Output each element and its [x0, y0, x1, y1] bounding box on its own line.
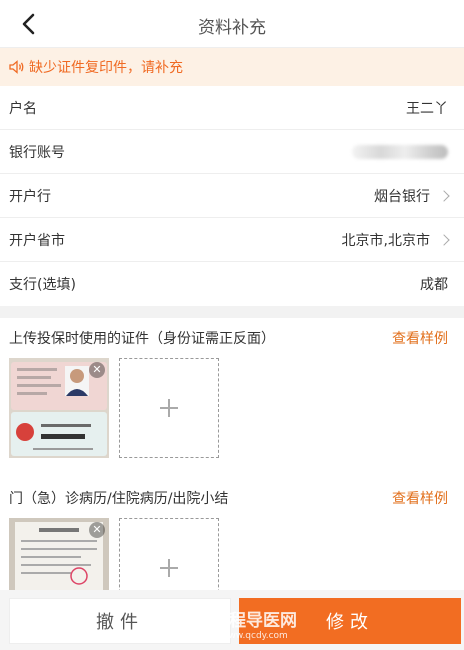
bottom-action-bar: 撤件 修改	[0, 590, 464, 650]
speaker-icon	[9, 60, 24, 74]
notice-text: 缺少证件复印件，请补充	[29, 60, 183, 76]
withdraw-button[interactable]: 撤件	[9, 598, 231, 644]
bank-account-label: 银行账号	[9, 144, 65, 161]
bank-account-blurred-value	[352, 144, 448, 159]
view-sample-link[interactable]: 查看样例	[392, 328, 448, 348]
account-name-label: 户名	[9, 100, 37, 117]
section-header: 上传投保时使用的证件（身份证需正反面） 查看样例	[0, 318, 464, 358]
opening-bank-label: 开户行	[9, 188, 51, 205]
add-image-button[interactable]	[119, 358, 219, 458]
add-image-button[interactable]	[119, 518, 219, 590]
section-header: 门（急）诊病历/住院病历/出院小结 查看样例	[0, 478, 464, 518]
page-title: 资料补充	[198, 18, 266, 38]
province-city-label: 开户省市	[9, 232, 65, 249]
account-name-value: 王二丫	[406, 100, 448, 117]
nav-bar: 资料补充	[0, 0, 464, 48]
province-city-value: 北京市,北京市	[341, 232, 430, 249]
section-title: 上传投保时使用的证件（身份证需正反面）	[9, 331, 275, 347]
missing-docs-notice: 缺少证件复印件，请补充	[0, 48, 464, 86]
modify-button[interactable]: 修改	[239, 598, 461, 644]
branch-label: 支行(选填)	[9, 277, 76, 293]
remove-image-icon[interactable]: ✕	[89, 522, 105, 538]
bank-info-form: 户名 王二丫 银行账号 开户行 烟台银行 开户省市 北京市,北京市 支行(选填)…	[0, 86, 464, 306]
id-card-thumbnail[interactable]: ✕	[9, 358, 109, 458]
opening-bank-row[interactable]: 开户行 烟台银行	[0, 174, 464, 218]
remove-image-icon[interactable]: ✕	[89, 362, 105, 378]
province-city-row[interactable]: 开户省市 北京市,北京市	[0, 218, 464, 262]
chevron-right-icon	[438, 189, 450, 202]
view-sample-link[interactable]: 查看样例	[392, 488, 448, 508]
bank-account-row[interactable]: 银行账号	[0, 130, 464, 174]
opening-bank-value: 烟台银行	[374, 188, 430, 205]
account-name-row: 户名 王二丫	[0, 86, 464, 130]
id-upload-section: 上传投保时使用的证件（身份证需正反面） 查看样例 ✕	[0, 318, 464, 478]
branch-row[interactable]: 支行(选填) 成都	[0, 262, 464, 306]
branch-value: 成都	[420, 277, 448, 293]
section-title: 门（急）诊病历/住院病历/出院小结	[9, 491, 229, 507]
medical-record-thumbnail[interactable]: ✕	[9, 518, 109, 590]
medical-records-section: 门（急）诊病历/住院病历/出院小结 查看样例 ✕	[0, 478, 464, 590]
chevron-right-icon	[438, 233, 450, 246]
